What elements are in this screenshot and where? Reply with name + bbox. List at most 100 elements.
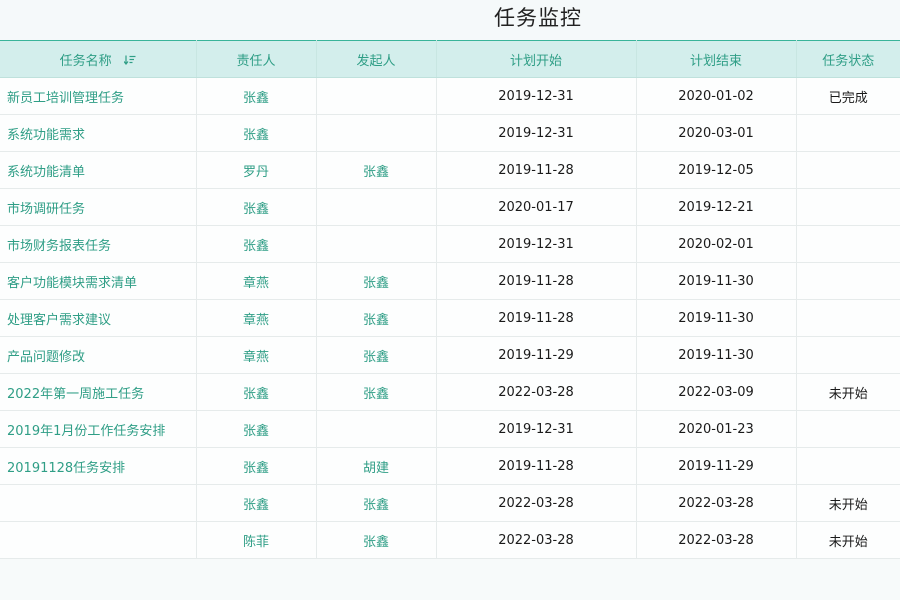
plan-end-cell: 2019-11-29 <box>636 447 797 485</box>
owner-cell: 张鑫 <box>196 114 317 152</box>
table-row[interactable]: 处理客户需求建议 章燕 张鑫 2019-11-28 2019-11-30 <box>0 299 900 337</box>
plan-start-cell: 2019-11-28 <box>436 151 637 189</box>
table-row[interactable]: 新员工培训管理任务 张鑫 2019-12-31 2020-01-02 已完成 <box>0 77 900 115</box>
initiator-cell: 张鑫 <box>316 521 437 559</box>
initiator-cell <box>316 114 437 152</box>
plan-end-cell: 2022-03-28 <box>636 484 797 522</box>
column-header-label: 任务名称 <box>59 53 112 69</box>
table-header-row: 任务名称 责任人 发起人 计划开始 计划结束 任务状态 <box>0 40 900 78</box>
plan-end-cell: 2019-11-30 <box>636 299 797 337</box>
plan-start-cell: 2022-03-28 <box>436 484 637 522</box>
table-row[interactable]: 系统功能需求 张鑫 2019-12-31 2020-03-01 <box>0 114 900 152</box>
column-header-plan-end[interactable]: 计划结束 <box>636 40 797 78</box>
status-cell <box>796 151 900 189</box>
task-name-link[interactable]: 2022年第一周施工任务 <box>0 373 197 411</box>
table-row[interactable]: 产品问题修改 章燕 张鑫 2019-11-29 2019-11-30 <box>0 336 900 374</box>
plan-start-cell: 2019-11-29 <box>436 336 637 374</box>
task-table: 任务名称 责任人 发起人 计划开始 计划结束 任务状态 新员工培训管理任务 张鑫 2… <box>0 40 900 559</box>
owner-cell: 章燕 <box>196 336 317 374</box>
column-header-owner[interactable]: 责任人 <box>196 40 317 78</box>
task-name-link[interactable]: 市场调研任务 <box>0 188 197 226</box>
initiator-cell <box>316 410 437 448</box>
status-cell <box>796 447 900 485</box>
plan-start-cell: 2022-03-28 <box>436 521 637 559</box>
plan-start-cell: 2019-12-31 <box>436 410 637 448</box>
plan-end-cell: 2019-12-21 <box>636 188 797 226</box>
plan-end-cell: 2019-12-05 <box>636 151 797 189</box>
owner-cell: 张鑫 <box>196 373 317 411</box>
task-name-link[interactable]: 产品问题修改 <box>0 336 197 374</box>
table-row[interactable]: 系统功能清单 罗丹 张鑫 2019-11-28 2019-12-05 <box>0 151 900 189</box>
task-name-link[interactable]: 系统功能清单 <box>0 151 197 189</box>
plan-end-cell: 2020-01-02 <box>636 77 797 115</box>
plan-end-cell: 2022-03-28 <box>636 521 797 559</box>
sort-descending-icon[interactable] <box>123 54 136 69</box>
owner-cell: 张鑫 <box>196 188 317 226</box>
initiator-cell <box>316 188 437 226</box>
plan-end-cell: 2019-11-30 <box>636 336 797 374</box>
plan-end-cell: 2020-01-23 <box>636 410 797 448</box>
status-cell <box>796 410 900 448</box>
status-cell <box>796 299 900 337</box>
table-row[interactable]: 20191128任务安排 张鑫 胡建 2019-11-28 2019-11-29 <box>0 447 900 485</box>
owner-cell: 张鑫 <box>196 410 317 448</box>
plan-end-cell: 2022-03-09 <box>636 373 797 411</box>
owner-cell: 张鑫 <box>196 77 317 115</box>
status-cell: 已完成 <box>796 77 900 115</box>
task-name-link[interactable]: 新员工培训管理任务 <box>0 77 197 115</box>
status-cell: 未开始 <box>796 484 900 522</box>
initiator-cell <box>316 225 437 263</box>
column-header-plan-start[interactable]: 计划开始 <box>436 40 637 78</box>
initiator-cell: 胡建 <box>316 447 437 485</box>
column-header-status[interactable]: 任务状态 <box>796 40 900 78</box>
initiator-cell: 张鑫 <box>316 262 437 300</box>
task-name-link[interactable]: 系统功能需求 <box>0 114 197 152</box>
owner-cell: 张鑫 <box>196 447 317 485</box>
task-name-link[interactable]: 客户功能模块需求清单 <box>0 262 197 300</box>
table-row[interactable]: 市场财务报表任务 张鑫 2019-12-31 2020-02-01 <box>0 225 900 263</box>
plan-start-cell: 2019-11-28 <box>436 262 637 300</box>
column-header-name[interactable]: 任务名称 <box>0 40 197 78</box>
table-row[interactable]: 张鑫 张鑫 2022-03-28 2022-03-28 未开始 <box>0 484 900 522</box>
plan-start-cell: 2022-03-28 <box>436 373 637 411</box>
task-name-link[interactable]: 2019年1月份工作任务安排 <box>0 410 197 448</box>
table-row[interactable]: 2022年第一周施工任务 张鑫 张鑫 2022-03-28 2022-03-09 未开始 <box>0 373 900 411</box>
task-name-link[interactable]: 处理客户需求建议 <box>0 299 197 337</box>
task-name-link[interactable]: 20191128任务安排 <box>0 447 197 485</box>
status-cell: 未开始 <box>796 373 900 411</box>
plan-end-cell: 2019-11-30 <box>636 262 797 300</box>
initiator-cell: 张鑫 <box>316 336 437 374</box>
owner-cell: 罗丹 <box>196 151 317 189</box>
task-name-link[interactable] <box>0 521 197 559</box>
plan-start-cell: 2019-12-31 <box>436 77 637 115</box>
status-cell <box>796 225 900 263</box>
table-row[interactable]: 客户功能模块需求清单 章燕 张鑫 2019-11-28 2019-11-30 <box>0 262 900 300</box>
owner-cell: 陈菲 <box>196 521 317 559</box>
owner-cell: 张鑫 <box>196 484 317 522</box>
page-title: 任务监控 <box>494 6 582 30</box>
column-header-initiator[interactable]: 发起人 <box>316 40 437 78</box>
task-name-link[interactable]: 市场财务报表任务 <box>0 225 197 263</box>
status-cell <box>796 336 900 374</box>
plan-start-cell: 2019-11-28 <box>436 447 637 485</box>
status-cell <box>796 262 900 300</box>
status-cell: 未开始 <box>796 521 900 559</box>
plan-start-cell: 2019-12-31 <box>436 114 637 152</box>
status-cell <box>796 114 900 152</box>
plan-end-cell: 2020-03-01 <box>636 114 797 152</box>
status-cell <box>796 188 900 226</box>
task-name-link[interactable] <box>0 484 197 522</box>
plan-start-cell: 2020-01-17 <box>436 188 637 226</box>
initiator-cell: 张鑫 <box>316 151 437 189</box>
title-bar: 任务监控 <box>0 0 900 40</box>
initiator-cell: 张鑫 <box>316 299 437 337</box>
task-table-body: 新员工培训管理任务 张鑫 2019-12-31 2020-01-02 已完成 系统功能需求… <box>0 77 900 559</box>
initiator-cell <box>316 77 437 115</box>
plan-end-cell: 2020-02-01 <box>636 225 797 263</box>
table-row[interactable]: 市场调研任务 张鑫 2020-01-17 2019-12-21 <box>0 188 900 226</box>
table-row[interactable]: 陈菲 张鑫 2022-03-28 2022-03-28 未开始 <box>0 521 900 559</box>
table-row[interactable]: 2019年1月份工作任务安排 张鑫 2019-12-31 2020-01-23 <box>0 410 900 448</box>
owner-cell: 张鑫 <box>196 225 317 263</box>
initiator-cell: 张鑫 <box>316 484 437 522</box>
owner-cell: 章燕 <box>196 299 317 337</box>
